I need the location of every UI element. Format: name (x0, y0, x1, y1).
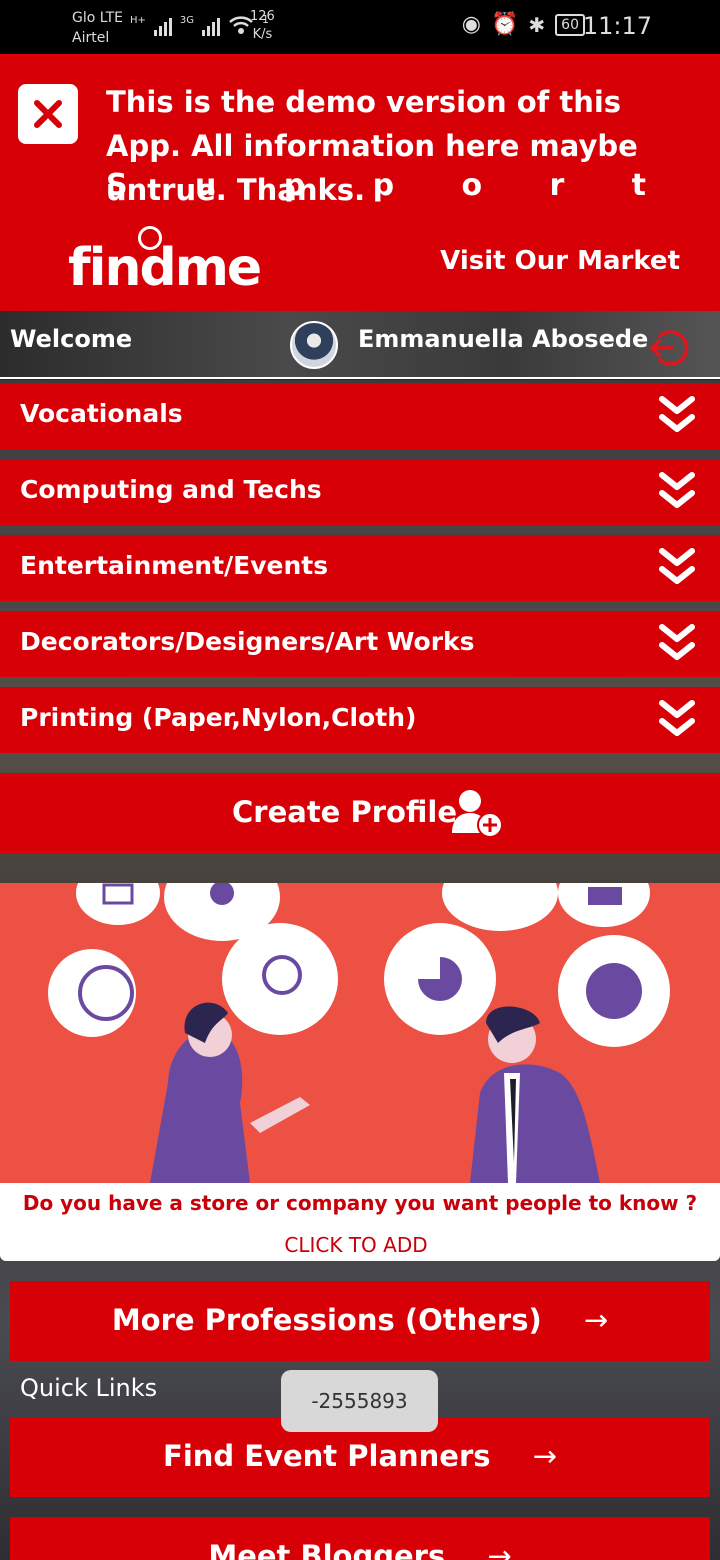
support-letter: t (631, 168, 646, 203)
chevron-double-down-icon (659, 624, 695, 660)
welcome-label: Welcome (10, 325, 133, 353)
create-profile-button[interactable]: Create Profile (0, 773, 720, 853)
click-to-add-link[interactable]: CLICK TO ADD (0, 1233, 712, 1257)
network-type-1: H+ (130, 15, 146, 26)
support-letter: u (194, 168, 217, 203)
speed-unit: K/s (252, 27, 273, 42)
network-speed: 126 K/s (250, 8, 275, 44)
visit-market-link[interactable]: Visit Our Market (440, 246, 680, 276)
alarm-icon: ⏰ (491, 12, 519, 37)
signal-icons: H+ 3G 1 (130, 13, 269, 36)
arrow-right-icon: → (487, 1539, 512, 1560)
user-name: Emmanuella Abosede (358, 325, 649, 353)
arrow-right-icon: → (532, 1439, 557, 1473)
signal-bars-1-icon (153, 14, 172, 36)
store-promo-question: Do you have a store or company you want … (22, 1191, 698, 1215)
category-decorators[interactable]: Decorators/Designers/Art Works (0, 611, 720, 677)
create-profile-label: Create Profile (232, 795, 458, 829)
battery-icon: 60 (555, 13, 585, 36)
support-letter: p (372, 168, 395, 203)
quick-links-heading: Quick Links (20, 1374, 158, 1402)
arrow-right-icon: → (583, 1303, 609, 1337)
findme-logo[interactable]: findme (68, 224, 262, 304)
bluetooth-icon: ✱ (528, 12, 546, 37)
button-text: Meet Bloggers (208, 1539, 446, 1560)
store-promo-box[interactable]: Do you have a store or company you want … (0, 1183, 720, 1261)
category-computing[interactable]: Computing and Techs (0, 459, 720, 525)
chevron-double-down-icon (659, 700, 695, 736)
carrier-info: Glo LTE Airtel (72, 8, 123, 48)
status-icons: ◉ ⏰ ✱ 60 (462, 12, 585, 37)
welcome-bar: Welcome Emmanuella Abosede (0, 311, 720, 379)
close-icon (34, 100, 62, 128)
category-vocationals[interactable]: Vocationals (0, 383, 720, 449)
business-illustration[interactable] (0, 883, 720, 1183)
category-label: Decorators/Designers/Art Works (20, 627, 475, 656)
close-banner-button[interactable] (18, 84, 78, 144)
chevron-double-down-icon (659, 548, 695, 584)
carrier-1: Glo LTE (72, 10, 124, 26)
support-letter: o (461, 168, 483, 203)
category-entertainment[interactable]: Entertainment/Events (0, 535, 720, 601)
support-letter: p (283, 168, 306, 203)
avatar[interactable] (290, 321, 338, 369)
more-professions-button[interactable]: More Professions (Others) → (10, 1281, 710, 1361)
speed-value: 126 (250, 9, 275, 24)
eye-icon: ◉ (461, 12, 481, 37)
status-bar: Glo LTE Airtel H+ 3G 1 126 K/s ◉ ⏰ ✱ 60 … (0, 0, 720, 54)
network-type-2: 3G (179, 15, 195, 26)
meet-bloggers-button[interactable]: Meet Bloggers → (10, 1517, 710, 1560)
category-printing[interactable]: Printing (Paper,Nylon,Cloth) (0, 687, 720, 753)
support-letter: r (549, 168, 565, 203)
support-letter: S (106, 168, 128, 203)
demo-banner: This is the demo version of this App. Al… (0, 54, 720, 311)
add-user-icon (452, 790, 503, 838)
chevron-double-down-icon (659, 396, 695, 432)
meet-bloggers-label: Meet Bloggers → (10, 1539, 710, 1560)
chevron-double-down-icon (659, 472, 695, 508)
illustration-art (48, 883, 670, 1183)
button-text: Find Event Planners (163, 1439, 491, 1473)
more-professions-label: More Professions (Others) → (10, 1303, 710, 1337)
find-event-planners-label: Find Event Planners → (10, 1439, 710, 1473)
category-label: Vocationals (20, 399, 183, 428)
logo-text: findme (68, 238, 262, 298)
signal-bars-2-icon (202, 14, 221, 36)
carrier-2: Airtel (72, 30, 110, 46)
clock: 11:17 (582, 12, 652, 40)
toast-message: -2555893 (281, 1370, 438, 1432)
logout-icon[interactable] (648, 327, 690, 369)
support-link[interactable]: S u p p o r t (106, 168, 646, 203)
category-label: Computing and Techs (20, 475, 322, 504)
category-label: Entertainment/Events (20, 551, 329, 580)
button-text: More Professions (Others) (111, 1303, 542, 1337)
category-label: Printing (Paper,Nylon,Cloth) (20, 703, 417, 732)
